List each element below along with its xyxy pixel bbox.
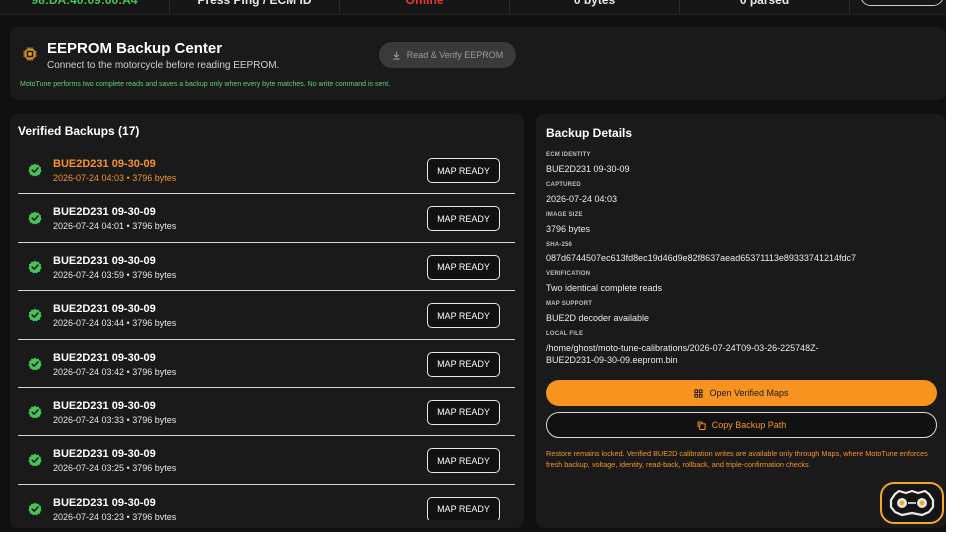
page-subtitle: Connect to the motorcycle before reading… xyxy=(47,60,280,71)
map-ready-button[interactable]: MAP READY xyxy=(427,303,500,329)
chip-icon xyxy=(23,47,37,61)
status-connection: Offline xyxy=(340,0,510,14)
copy-backup-path-label: Copy Backup Path xyxy=(711,420,787,430)
backup-ecm-name: BUE2D231 09-30-09 xyxy=(53,496,156,509)
ecm-identity-label: ECM IDENTITY xyxy=(546,152,591,158)
open-verified-maps-button[interactable]: Open Verified Maps xyxy=(546,380,937,406)
backup-list-item[interactable]: BUE2D231 09-30-09 2026-07-24 03:44 • 379… xyxy=(18,291,515,340)
backup-timestamp-size: 2026-07-24 03:59 • 3796 bytes xyxy=(53,269,177,280)
app-window: 98:DA:40:09:00:A4 Press Ping / ECM ID Of… xyxy=(0,0,946,532)
restore-locked-note: Restore remains locked. Verified BUE2D c… xyxy=(546,449,928,469)
backup-list-item[interactable]: BUE2D231 09-30-09 2026-07-24 03:59 • 379… xyxy=(18,243,515,292)
grid-icon xyxy=(694,388,704,398)
backup-list-item[interactable]: BUE2D231 09-30-09 2026-07-24 03:42 • 379… xyxy=(18,340,515,388)
backup-ecm-name: BUE2D231 09-30-09 xyxy=(53,448,156,461)
map-support-label: MAP SUPPORT xyxy=(546,301,593,307)
backup-ecm-name: BUE2D231 09-30-09 xyxy=(53,303,156,316)
verified-check-icon xyxy=(28,163,42,177)
sha256-value: 087d6744507ec613fd8ec19d46d9e82f8637aead… xyxy=(546,253,856,263)
map-support-value: BUE2D decoder available xyxy=(546,313,650,323)
robot-face-icon xyxy=(889,489,935,517)
backup-ecm-name: BUE2D231 09-30-09 xyxy=(53,399,156,412)
map-ready-button[interactable]: MAP READY xyxy=(427,351,500,377)
verified-check-icon xyxy=(28,308,42,322)
verified-backups-panel: Verified Backups (17) BUE2D231 09-30-09 … xyxy=(10,114,524,528)
verification-label: VERIFICATION xyxy=(546,271,591,277)
local-file-label: LOCAL FILE xyxy=(546,331,584,337)
verified-check-icon xyxy=(28,453,42,467)
backup-timestamp-size: 2026-07-24 03:23 • 3796 bytes xyxy=(53,511,177,520)
verified-check-icon xyxy=(28,211,42,225)
assistant-launcher-button[interactable] xyxy=(880,482,944,524)
safety-note: MotoTune performs two complete reads and… xyxy=(20,81,391,88)
verification-value: Two identical complete reads xyxy=(546,283,663,293)
map-ready-button[interactable]: MAP READY xyxy=(427,448,500,474)
map-ready-button[interactable]: MAP READY xyxy=(427,399,500,425)
backup-ecm-name: BUE2D231 09-30-09 xyxy=(53,351,156,364)
backup-details-title: Backup Details xyxy=(546,126,633,140)
ecm-identity-value: BUE2D231 09-30-09 xyxy=(546,164,630,174)
image-size-value: 3796 bytes xyxy=(546,224,591,234)
map-ready-button[interactable]: MAP READY xyxy=(427,158,500,183)
verified-check-icon xyxy=(28,260,42,274)
backup-timestamp-size: 2026-07-24 04:01 • 3796 bytes xyxy=(53,221,177,232)
backup-details-panel: Backup Details ECM IDENTITY BUE2D231 09-… xyxy=(536,114,946,528)
map-ready-button[interactable]: MAP READY xyxy=(427,496,500,520)
copy-icon xyxy=(697,421,706,430)
read-verify-eeprom-button[interactable]: Read & Verify EEPROM xyxy=(379,42,516,68)
backup-list-item[interactable]: BUE2D231 09-30-09 2026-07-24 03:23 • 379… xyxy=(18,485,515,520)
verified-check-icon xyxy=(28,502,42,516)
backup-timestamp-size: 2026-07-24 04:03 • 3796 bytes xyxy=(53,173,177,183)
backup-list-item[interactable]: BUE2D231 09-30-09 2026-07-24 03:33 • 379… xyxy=(18,388,515,437)
backup-timestamp-size: 2026-07-24 03:25 • 3796 bytes xyxy=(53,463,177,474)
local-file-value: /home/ghost/moto-tune-calibrations/2026-… xyxy=(546,343,819,365)
backup-timestamp-size: 2026-07-24 03:33 • 3796 bytes xyxy=(53,414,177,425)
read-verify-eeprom-label: Read & Verify EEPROM xyxy=(406,50,504,60)
status-action-button[interactable] xyxy=(860,0,944,6)
captured-label: CAPTURED xyxy=(546,182,581,188)
status-bytes: 0 bytes xyxy=(510,0,680,14)
status-ecm-id: Press Ping / ECM ID xyxy=(170,0,340,14)
backup-list-item[interactable]: BUE2D231 09-30-09 2026-07-24 04:01 • 379… xyxy=(18,194,515,243)
backup-ecm-name: BUE2D231 09-30-09 xyxy=(53,254,156,267)
status-parsed: 0 parsed xyxy=(680,0,850,14)
backup-ecm-name: BUE2D231 09-30-09 xyxy=(53,158,156,170)
status-strip: 98:DA:40:09:00:A4 Press Ping / ECM ID Of… xyxy=(0,0,946,15)
map-ready-button[interactable]: MAP READY xyxy=(427,206,500,232)
captured-value: 2026-07-24 04:03 xyxy=(546,194,618,204)
open-verified-maps-label: Open Verified Maps xyxy=(709,388,789,398)
map-ready-button[interactable]: MAP READY xyxy=(427,254,500,280)
verified-backups-title: Verified Backups (17) xyxy=(18,124,140,138)
download-icon xyxy=(393,51,400,60)
backup-list-item[interactable]: BUE2D231 09-30-09 2026-07-24 03:25 • 379… xyxy=(18,436,515,485)
status-mac-address: 98:DA:40:09:00:A4 xyxy=(0,0,170,14)
verified-check-icon xyxy=(28,405,42,419)
sha256-label: SHA-256 xyxy=(546,242,573,248)
backup-ecm-name: BUE2D231 09-30-09 xyxy=(53,206,156,219)
image-size-label: IMAGE SIZE xyxy=(546,212,583,218)
page-title: EEPROM Backup Center xyxy=(47,40,223,57)
backup-list[interactable]: BUE2D231 09-30-09 2026-07-24 04:03 • 379… xyxy=(18,146,515,520)
backup-list-item[interactable]: BUE2D231 09-30-09 2026-07-24 04:03 • 379… xyxy=(18,146,515,195)
eeprom-header-card: EEPROM Backup Center Connect to the moto… xyxy=(10,27,946,100)
verified-check-icon xyxy=(28,357,42,370)
backup-timestamp-size: 2026-07-24 03:42 • 3796 bytes xyxy=(53,366,177,377)
backup-timestamp-size: 2026-07-24 03:44 • 3796 bytes xyxy=(53,318,177,329)
copy-backup-path-button[interactable]: Copy Backup Path xyxy=(546,412,937,438)
